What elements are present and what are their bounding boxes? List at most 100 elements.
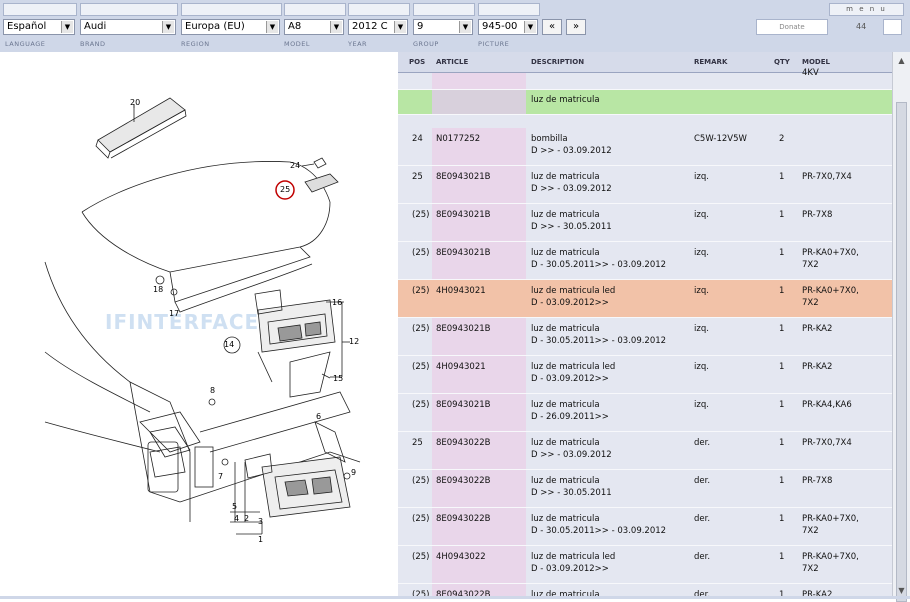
group-select[interactable]: 9 ▼ — [413, 19, 473, 35]
row-remark: C5W-12V5W — [694, 134, 747, 144]
row-model: PR-KA4,KA6 — [802, 400, 852, 410]
row-model-cont: 7X2 — [802, 564, 819, 574]
table-row[interactable]: 24 N0177252 bombilla D >> - 03.09.2012 C5W-1… — [398, 128, 892, 166]
region-value: Europa (EU) — [185, 21, 245, 32]
row-remark: izq. — [694, 324, 709, 334]
row-model: PR-7X0,7X4 — [802, 172, 852, 182]
row-pos: 25 — [412, 172, 423, 182]
prev-picture-button[interactable]: « — [542, 19, 562, 35]
scrollbar-thumb[interactable] — [896, 102, 907, 602]
row-pos: (25) — [412, 476, 430, 486]
chevron-down-icon: ▼ — [266, 21, 278, 33]
table-row[interactable]: (25) 4H0943022 luz de matricula led D - 03.… — [398, 546, 892, 584]
callout-17[interactable]: 17 — [169, 309, 179, 318]
table-row[interactable]: (25) 8E0943021B luz de matricula D - 26.09.… — [398, 394, 892, 432]
table-scrollbar[interactable]: ▲ ▼ — [892, 52, 910, 602]
language-label: LANGUAGE — [5, 40, 46, 48]
row-description: luz de matricula — [531, 248, 600, 258]
callout-14[interactable]: 14 — [224, 340, 234, 349]
callout-16[interactable]: 16 — [332, 298, 342, 307]
callout-4[interactable]: 4 — [234, 514, 239, 523]
table-row[interactable]: (25) 4H0943021 luz de matricula led D - 03.… — [398, 280, 892, 318]
table-group-header[interactable]: luz de matricula — [398, 90, 892, 115]
table-row[interactable]: (25) 4H0943021 luz de matricula led D - 03.… — [398, 356, 892, 394]
callout-6[interactable]: 6 — [316, 412, 321, 421]
row-date-range: D - 30.05.2011>> - 03.09.2012 — [531, 260, 667, 270]
toolbar-small-button[interactable] — [883, 19, 902, 35]
callout-24[interactable]: 24 — [290, 161, 300, 170]
row-qty: 1 — [779, 362, 785, 372]
callout-8[interactable]: 8 — [210, 386, 215, 395]
chevron-down-icon: ▼ — [61, 21, 73, 33]
table-row-partial[interactable]: 4KV — [398, 68, 892, 90]
row-article: 8E0943021B — [436, 248, 491, 258]
callout-3[interactable]: 3 — [258, 517, 263, 526]
callout-1[interactable]: 1 — [258, 535, 263, 544]
row-model-cont: 7X2 — [802, 526, 819, 536]
callout-5[interactable]: 5 — [232, 502, 237, 511]
top-tab[interactable] — [413, 3, 475, 16]
row-article: 8E0943022B — [436, 438, 491, 448]
top-tab[interactable] — [348, 3, 410, 16]
language-select[interactable]: Español ▼ — [3, 19, 75, 35]
table-row[interactable]: (25) 8E0943021B luz de matricula D >> - 30.… — [398, 204, 892, 242]
row-remark: izq. — [694, 248, 709, 258]
row-qty: 1 — [779, 552, 785, 562]
menu-button[interactable]: m e n u — [829, 3, 904, 16]
row-description: luz de matricula — [531, 210, 600, 220]
callout-7[interactable]: 7 — [218, 472, 223, 481]
row-description: luz de matricula — [531, 172, 600, 182]
top-tab[interactable] — [181, 3, 282, 16]
picture-select[interactable]: 945-00 ▼ — [478, 19, 538, 35]
region-select[interactable]: Europa (EU) ▼ — [181, 19, 280, 35]
callout-9[interactable]: 9 — [351, 468, 356, 477]
brand-select[interactable]: Audi ▼ — [80, 19, 176, 35]
scroll-up-icon[interactable]: ▲ — [895, 54, 908, 67]
page-counter: 44 — [856, 22, 867, 31]
row-description: luz de matricula — [531, 400, 600, 410]
top-tab[interactable] — [478, 3, 540, 16]
row-pos: (25) — [412, 210, 430, 220]
region-label: REGION — [181, 40, 210, 48]
row-model: PR-KA0+7X0, — [802, 514, 859, 524]
row-article: 8E0943021B — [436, 324, 491, 334]
model-select[interactable]: A8 ▼ — [284, 19, 344, 35]
top-tab[interactable] — [3, 3, 77, 16]
row-description: luz de matricula — [531, 514, 600, 524]
col-qty: QTY — [774, 58, 790, 66]
table-row[interactable]: 25 8E0943022B luz de matricula D >> - 03.09… — [398, 432, 892, 470]
donate-button[interactable]: Donate — [756, 19, 828, 35]
group-value: 9 — [417, 21, 424, 32]
row-model: PR-KA0+7X0, — [802, 286, 859, 296]
row-model: 4KV — [802, 68, 819, 78]
row-description: luz de matricula led — [531, 552, 616, 562]
row-remark: izq. — [694, 210, 709, 220]
row-date-range: D - 03.09.2012>> — [531, 564, 609, 574]
next-picture-button[interactable]: » — [566, 19, 586, 35]
row-date-range: D - 26.09.2011>> — [531, 412, 609, 422]
row-date-range: D >> - 03.09.2012 — [531, 450, 612, 460]
top-tab[interactable] — [284, 3, 346, 16]
callout-18[interactable]: 18 — [153, 285, 163, 294]
callout-12[interactable]: 12 — [349, 337, 359, 346]
row-description: luz de matricula — [531, 438, 600, 448]
callout-20[interactable]: 20 — [130, 98, 140, 107]
table-row[interactable]: (25) 8E0943021B luz de matricula D - 30.05.… — [398, 318, 892, 356]
table-row[interactable]: (25) 8E0943021B luz de matricula D - 30.05.… — [398, 242, 892, 280]
row-qty: 1 — [779, 248, 785, 258]
row-article: 8E0943022B — [436, 514, 491, 524]
table-row[interactable]: (25) 8E0943022B luz de matricula D >> - 30.… — [398, 470, 892, 508]
table-row[interactable]: (25) 8E0943022B luz de matricula D - 30.05.… — [398, 508, 892, 546]
row-qty: 1 — [779, 438, 785, 448]
row-pos: (25) — [412, 248, 430, 258]
callout-25[interactable]: 25 — [280, 185, 290, 194]
table-row[interactable]: 25 8E0943021B luz de matricula D >> - 03.09… — [398, 166, 892, 204]
row-model: PR-KA2 — [802, 362, 833, 372]
callout-15[interactable]: 15 — [333, 374, 343, 383]
row-qty: 1 — [779, 514, 785, 524]
row-date-range: D - 03.09.2012>> — [531, 374, 609, 384]
year-select[interactable]: 2012 C ▼ — [348, 19, 408, 35]
callout-2[interactable]: 2 — [244, 514, 249, 523]
top-tab[interactable] — [80, 3, 178, 16]
parts-diagram[interactable]: IFINTERFACE 20 24 25 16 12 18 17 14 15 8… — [0, 52, 398, 599]
